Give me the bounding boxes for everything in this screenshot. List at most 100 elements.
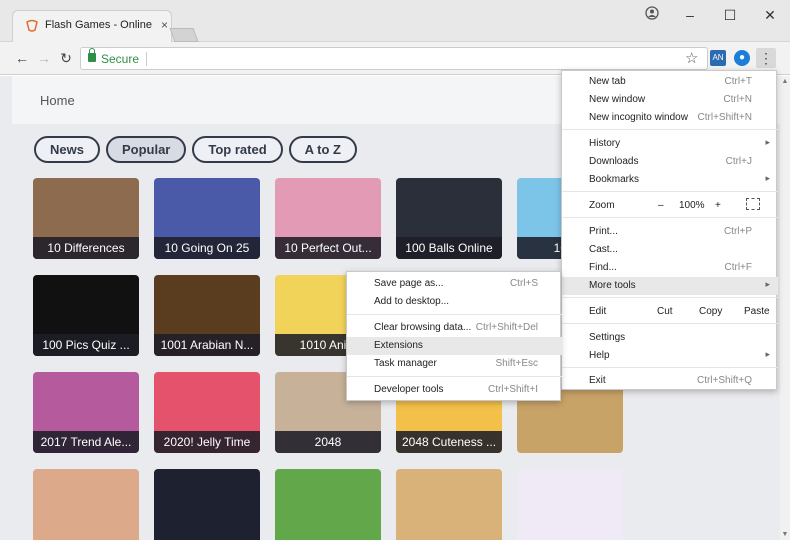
profile-icon[interactable] (640, 6, 664, 26)
menu-new-tab[interactable]: New tab Ctrl+T (562, 73, 778, 91)
menu-shortcut: Ctrl+P (723, 226, 752, 237)
menu-label: New incognito window (589, 112, 688, 123)
menu-label: History (589, 138, 621, 149)
submenu-arrow-icon: ▸ (765, 279, 770, 289)
menu-shortcut: Ctrl+N (723, 94, 752, 105)
menu-help[interactable]: Help ▸ (562, 347, 778, 365)
menu-cast[interactable]: Cast... (562, 241, 778, 259)
menu-label: Developer tools (374, 384, 444, 395)
home-link[interactable]: Home (40, 93, 75, 108)
game-card[interactable]: 10 Going On 25 (154, 178, 260, 259)
menu-label: Find... (589, 262, 617, 273)
submenu-add-to-desktop[interactable]: Add to desktop... (347, 293, 562, 311)
browser-tab[interactable]: Flash Games - Online Fla × (12, 10, 172, 42)
filter-news[interactable]: News (34, 136, 100, 163)
game-card-title: 100 Pics Quiz ... (33, 334, 139, 356)
paste-button[interactable]: Paste (744, 306, 770, 317)
game-card[interactable] (275, 469, 381, 540)
submenu-arrow-icon: ▸ (765, 349, 770, 359)
game-card[interactable]: 2017 Trend Ale... (33, 372, 139, 453)
menu-label: Zoom (589, 200, 615, 211)
maximize-icon[interactable]: ☐ (710, 0, 750, 30)
chrome-menu-icon[interactable]: ⋮ (756, 48, 776, 68)
game-card-title: 2048 Cuteness ... (396, 431, 502, 453)
secure-label: Secure (101, 52, 140, 66)
submenu-developer-tools[interactable]: Developer tools Ctrl+Shift+I (347, 381, 562, 399)
game-card[interactable] (33, 469, 139, 540)
menu-more-tools[interactable]: More tools ▸ (562, 277, 778, 295)
menu-label: Exit (589, 375, 606, 386)
submenu-extensions[interactable]: Extensions (347, 337, 562, 355)
menu-find[interactable]: Find... Ctrl+F (562, 259, 778, 277)
new-tab-button[interactable] (169, 28, 199, 42)
menu-new-incognito[interactable]: New incognito window Ctrl+Shift+N (562, 109, 778, 127)
game-card[interactable]: 10 Differences (33, 178, 139, 259)
filter-bar: News Popular Top rated A to Z (34, 136, 357, 163)
filter-a-to-z[interactable]: A to Z (288, 136, 357, 163)
menu-separator (562, 323, 778, 324)
menu-downloads[interactable]: Downloads Ctrl+J (562, 153, 778, 171)
extension-an-icon[interactable]: AN (710, 50, 726, 66)
game-card[interactable]: 100 Pics Quiz ... (33, 275, 139, 356)
extension-search-icon[interactable]: ● (734, 50, 750, 66)
fullscreen-icon[interactable] (746, 198, 760, 210)
game-card[interactable] (396, 469, 502, 540)
menu-label: Save page as... (374, 278, 444, 289)
scroll-up-icon[interactable]: ▲ (780, 78, 790, 85)
menu-zoom: Zoom – 100% + (562, 197, 778, 215)
minimize-icon[interactable]: – (670, 0, 710, 30)
submenu-arrow-icon: ▸ (765, 137, 770, 147)
menu-label: Extensions (374, 340, 423, 351)
game-card[interactable]: 100 Balls Online (396, 178, 502, 259)
chrome-main-menu: New tab Ctrl+T New window Ctrl+N New incog… (561, 70, 778, 390)
menu-settings[interactable]: Settings (562, 329, 778, 347)
game-card[interactable]: 10 Perfect Out... (275, 178, 381, 259)
reload-icon[interactable]: ↻ (56, 48, 76, 68)
address-bar[interactable]: Secure ☆ (80, 47, 708, 70)
game-card[interactable]: 1001 Arabian N... (154, 275, 260, 356)
forward-icon[interactable]: → (34, 48, 54, 68)
menu-exit[interactable]: Exit Ctrl+Shift+Q (562, 372, 778, 390)
scroll-down-icon[interactable]: ▼ (780, 531, 790, 538)
menu-separator (562, 297, 778, 298)
menu-shortcut: Ctrl+T (724, 76, 753, 87)
menu-separator (562, 217, 778, 218)
game-card-title: 10 Perfect Out... (275, 237, 381, 259)
submenu-arrow-icon: ▸ (765, 173, 770, 183)
menu-shortcut: Ctrl+S (509, 278, 538, 289)
menu-edit: Edit Cut Copy Paste (562, 303, 778, 321)
game-card-title: 2017 Trend Ale... (33, 431, 139, 453)
game-card[interactable] (154, 469, 260, 540)
page-scrollbar[interactable]: ▲ ▼ (780, 76, 790, 540)
menu-label: Print... (589, 226, 618, 237)
menu-shortcut: Shift+Esc (495, 358, 538, 369)
submenu-task-manager[interactable]: Task manager Shift+Esc (347, 355, 562, 373)
copy-button[interactable]: Copy (699, 306, 722, 317)
zoom-level: 100% (679, 200, 705, 211)
filter-popular[interactable]: Popular (105, 136, 187, 163)
menu-shortcut: Ctrl+J (725, 156, 752, 167)
game-card-title: 2048 (275, 431, 381, 453)
menu-bookmarks[interactable]: Bookmarks ▸ (562, 171, 778, 189)
puzzle-favicon-icon (26, 19, 38, 32)
submenu-save-page[interactable]: Save page as... Ctrl+S (347, 275, 562, 293)
back-icon[interactable]: ← (12, 48, 32, 68)
menu-history[interactable]: History ▸ (562, 135, 778, 153)
game-card-title: 10 Going On 25 (154, 237, 260, 259)
zoom-in-button[interactable]: + (715, 200, 721, 211)
menu-new-window[interactable]: New window Ctrl+N (562, 91, 778, 109)
cut-button[interactable]: Cut (657, 306, 673, 317)
game-card-title: 100 Balls Online (396, 237, 502, 259)
menu-print[interactable]: Print... Ctrl+P (562, 223, 778, 241)
game-card[interactable]: 2020! Jelly Time (154, 372, 260, 453)
bookmark-star-icon[interactable]: ☆ (685, 49, 698, 67)
submenu-clear-browsing-data[interactable]: Clear browsing data... Ctrl+Shift+Del (347, 319, 562, 337)
filter-top-rated[interactable]: Top rated (192, 136, 283, 163)
menu-shortcut: Ctrl+Shift+N (697, 112, 752, 123)
close-window-icon[interactable]: ✕ (750, 0, 790, 30)
tab-close-icon[interactable]: × (161, 18, 168, 32)
browser-window: Flash Games - Online Fla × – ☐ ✕ ← → ↻ S… (0, 0, 790, 540)
zoom-out-button[interactable]: – (658, 200, 664, 211)
window-controls: – ☐ ✕ (670, 0, 790, 30)
game-card[interactable] (517, 469, 623, 540)
